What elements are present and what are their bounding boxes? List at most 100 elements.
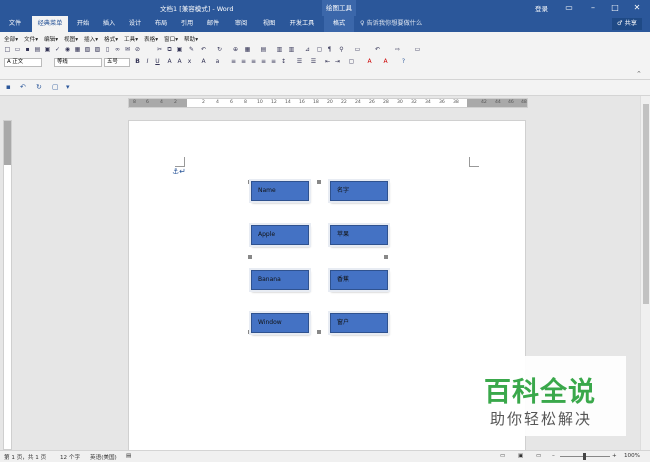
minimize-icon[interactable]: –: [582, 0, 604, 16]
font-combo[interactable]: 等线: [54, 58, 102, 67]
selection-handle[interactable]: [248, 255, 252, 259]
cut-icon[interactable]: ✂: [156, 46, 163, 53]
tab-format[interactable]: 格式: [324, 16, 354, 32]
tab-mailings[interactable]: 邮件: [202, 16, 224, 32]
menu-table[interactable]: 表格▾: [144, 37, 158, 43]
print-layout-icon[interactable]: ▣: [518, 453, 523, 459]
qat-save-icon[interactable]: ▪: [6, 83, 11, 91]
line-spacing-icon[interactable]: ↕: [280, 58, 287, 65]
zoom-in-icon[interactable]: +: [612, 453, 617, 459]
italic-button[interactable]: I: [144, 58, 151, 65]
language[interactable]: 英语(美国): [90, 453, 117, 461]
help-icon[interactable]: ?: [400, 58, 407, 65]
macro-record-icon[interactable]: ▤: [126, 453, 131, 459]
maximize-icon[interactable]: □: [604, 0, 626, 16]
menu-edit[interactable]: 编辑▾: [44, 37, 58, 43]
vertical-scrollbar[interactable]: [640, 96, 650, 450]
align-left-icon[interactable]: ≡: [230, 58, 237, 65]
attach-icon[interactable]: ⊘: [134, 46, 141, 53]
menu-format[interactable]: 格式▾: [104, 37, 118, 43]
word-count[interactable]: 12 个字: [60, 453, 80, 461]
underline-button[interactable]: U: [154, 58, 161, 65]
share-button[interactable]: ♂ 共享: [612, 18, 642, 30]
zoom-level[interactable]: 100%: [624, 453, 640, 459]
font-color-icon[interactable]: A: [200, 58, 207, 65]
textbox-banana-cn[interactable]: 香蕉: [330, 270, 388, 290]
columns-icon[interactable]: ▥: [288, 46, 295, 53]
font-size-combo[interactable]: 五号: [104, 58, 130, 67]
rectangle-icon[interactable]: ▭: [414, 46, 421, 53]
hyperlink-icon[interactable]: ⊕: [232, 46, 239, 53]
qat-redo-icon[interactable]: ↻: [36, 83, 42, 91]
qat-undo-icon[interactable]: ↶: [20, 83, 26, 91]
show-marks-icon[interactable]: ¶: [326, 46, 333, 53]
increase-indent-icon[interactable]: ⇥: [334, 58, 341, 65]
border-icon[interactable]: ▢: [348, 58, 355, 65]
bold-button[interactable]: B: [134, 58, 141, 65]
close-icon[interactable]: ✕: [626, 0, 648, 16]
change-case-icon[interactable]: a: [214, 58, 221, 65]
tab-design[interactable]: 设计: [124, 16, 146, 32]
tab-layout[interactable]: 布局: [150, 16, 172, 32]
insert-table-icon[interactable]: ▤: [260, 46, 267, 53]
menu-all[interactable]: 全部▾: [4, 37, 18, 43]
char-border-icon[interactable]: A: [166, 58, 173, 65]
print-preview-icon[interactable]: ▣: [44, 46, 51, 53]
arrow-shape-icon[interactable]: ⇨: [394, 46, 401, 53]
tab-references[interactable]: 引用: [176, 16, 198, 32]
bullets-icon[interactable]: ☰: [310, 58, 317, 65]
link-icon[interactable]: ∞: [114, 46, 121, 53]
distribute-icon[interactable]: ≡: [270, 58, 277, 65]
style-combo[interactable]: A 正文: [4, 58, 42, 67]
undo-list-icon[interactable]: ↶: [374, 46, 381, 53]
new-document-icon[interactable]: □: [4, 46, 11, 53]
document-map-icon[interactable]: ▢: [316, 46, 323, 53]
menu-insert[interactable]: 插入▾: [84, 37, 98, 43]
tab-review[interactable]: 审阅: [230, 16, 252, 32]
textbox-apple-cn[interactable]: 苹果: [330, 225, 388, 245]
redo-icon[interactable]: ↻: [216, 46, 223, 53]
email-icon[interactable]: ✉: [124, 46, 131, 53]
selection-handle[interactable]: [384, 255, 388, 259]
menu-file[interactable]: 文件▾: [24, 37, 38, 43]
open-folder-icon[interactable]: ▭: [14, 46, 21, 53]
translate-icon[interactable]: ▧: [84, 46, 91, 53]
document-icon[interactable]: ▯: [104, 46, 111, 53]
menu-help[interactable]: 帮助▾: [184, 37, 198, 43]
align-right-icon[interactable]: ≡: [250, 58, 257, 65]
tab-insert[interactable]: 插入: [98, 16, 120, 32]
horizontal-ruler[interactable]: 8 6 4 2 2 4 6 8 10 12 14 16 18 20 22 24 …: [128, 98, 528, 108]
copy-icon[interactable]: ⧉: [166, 46, 173, 53]
textbox-name[interactable]: Name: [251, 181, 309, 201]
char-shading-icon[interactable]: A: [176, 58, 183, 65]
textbox-banana[interactable]: Banana: [251, 270, 309, 290]
textbox-apple[interactable]: Apple: [251, 225, 309, 245]
qat-customize-icon[interactable]: ▾: [66, 83, 70, 91]
menu-window[interactable]: 窗口▾: [164, 37, 178, 43]
qat-print-preview-icon[interactable]: ▢: [52, 83, 59, 91]
tab-file[interactable]: 文件: [4, 16, 26, 32]
word-count-icon[interactable]: ▨: [94, 46, 101, 53]
paste-icon[interactable]: ▣: [176, 46, 183, 53]
vertical-ruler[interactable]: [3, 120, 12, 450]
textbox-window-cn[interactable]: 窗户: [330, 313, 388, 333]
format-painter-icon[interactable]: ✎: [188, 46, 195, 53]
thesaurus-icon[interactable]: ▦: [74, 46, 81, 53]
tab-developer[interactable]: 开发工具: [286, 16, 318, 32]
tab-home[interactable]: 开始: [72, 16, 94, 32]
collapse-ribbon-icon[interactable]: ⌃: [636, 70, 642, 78]
print-icon[interactable]: ▤: [34, 46, 41, 53]
tab-view[interactable]: 视图: [258, 16, 280, 32]
scrollbar-thumb[interactable]: [643, 104, 649, 304]
align-center-icon[interactable]: ≡: [240, 58, 247, 65]
save-icon[interactable]: ▪: [24, 46, 31, 53]
ribbon-display-icon[interactable]: ▭: [558, 0, 580, 16]
undo-icon[interactable]: ↶: [200, 46, 207, 53]
tell-me-box[interactable]: ♀ 告诉我你想要做什么: [360, 16, 422, 32]
decrease-indent-icon[interactable]: ⇤: [324, 58, 331, 65]
shape-icon[interactable]: ▭: [354, 46, 361, 53]
zoom-slider-thumb[interactable]: [583, 453, 586, 460]
page-count[interactable]: 第 1 页，共 1 页: [4, 453, 46, 461]
login-link[interactable]: 登录: [535, 3, 548, 13]
spelling-icon[interactable]: ✓: [54, 46, 61, 53]
